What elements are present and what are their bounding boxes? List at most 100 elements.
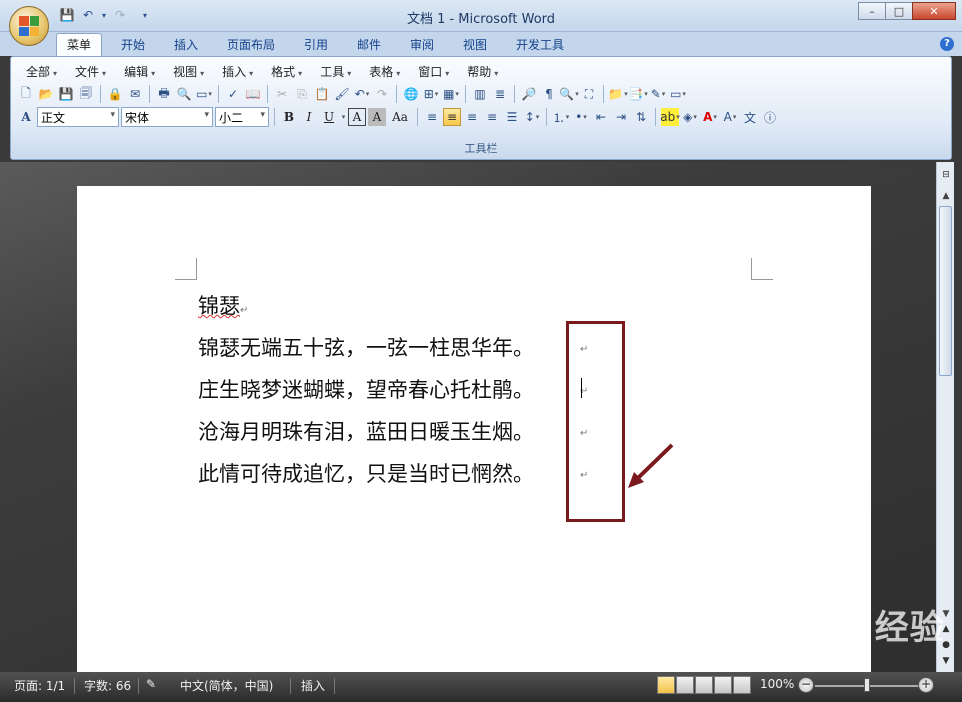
align-left-icon[interactable]: ≡ xyxy=(423,108,441,126)
new-document-icon[interactable]: 🗋 xyxy=(17,85,35,103)
more-tools-icon[interactable]: ▭ xyxy=(669,85,687,103)
folder-icon[interactable]: 📁 xyxy=(608,85,627,103)
research-icon[interactable]: 📖 xyxy=(244,85,262,103)
tab-review[interactable]: 审阅 xyxy=(410,36,434,53)
tab-menu[interactable]: 菜单 xyxy=(56,33,103,57)
borders-icon[interactable]: ⊞ xyxy=(422,85,440,103)
tab-references[interactable]: 引用 xyxy=(304,36,328,53)
font-select[interactable]: 宋体 xyxy=(121,107,213,127)
hyperlink-icon[interactable]: 🌐 xyxy=(402,85,420,103)
menu-edit[interactable]: 编辑 xyxy=(115,63,164,80)
poem-line-1[interactable]: 锦瑟无端五十弦，一弦一柱思华年。 xyxy=(198,332,534,362)
format-painter-icon[interactable]: 🖌 xyxy=(333,85,351,103)
cut-icon[interactable]: ✂ xyxy=(273,85,291,103)
distributed-icon[interactable]: ☰ xyxy=(503,108,521,126)
word-count[interactable]: 字数: 66 xyxy=(84,677,131,694)
vertical-scrollbar[interactable]: ⊟ ▲ ▼ ▲ ● ▼ xyxy=(936,162,954,672)
undo-icon[interactable]: ↶ xyxy=(353,85,371,103)
poem-line-2[interactable]: 庄生晓梦迷蝴蝶，望帝春心托杜鹃。 xyxy=(198,374,534,404)
full-screen-icon[interactable]: ⛶ xyxy=(580,85,598,103)
menu-tools[interactable]: 工具 xyxy=(311,63,360,80)
char-border-button[interactable]: A xyxy=(348,108,366,126)
highlight-icon[interactable]: ab xyxy=(660,108,679,126)
numbering-icon[interactable]: ⒈ xyxy=(552,108,570,126)
save-icon[interactable]: 💾 xyxy=(57,85,75,103)
poem-line-3[interactable]: 沧海月明珠有泪，蓝田日暖玉生烟。 xyxy=(198,416,534,446)
maximize-button[interactable]: □ xyxy=(885,2,913,20)
text-effect-icon[interactable]: A xyxy=(721,108,739,126)
text-direction-icon[interactable]: ≣ xyxy=(491,85,509,103)
zoom-icon[interactable]: 🔍 xyxy=(559,85,578,103)
open-icon[interactable]: 📂 xyxy=(37,85,55,103)
tab-mailings[interactable]: 邮件 xyxy=(357,36,381,53)
phonetic-guide-icon[interactable]: 文 xyxy=(741,108,759,126)
poem-line-4[interactable]: 此情可待成追忆，只是当时已惘然。 xyxy=(198,458,534,488)
menu-all[interactable]: 全部 xyxy=(17,63,66,80)
outline-view-icon[interactable] xyxy=(714,676,732,694)
reading-view-icon[interactable] xyxy=(676,676,694,694)
sort-icon[interactable]: ⇅ xyxy=(632,108,650,126)
zoom-level[interactable]: 100% xyxy=(760,677,794,691)
save-as-icon[interactable]: 🗐 xyxy=(77,85,95,103)
tab-developer[interactable]: 开发工具 xyxy=(516,36,564,53)
menu-help[interactable]: 帮助 xyxy=(458,63,507,80)
permission-icon[interactable]: 🔒 xyxy=(106,85,124,103)
shading-icon[interactable]: ◈ xyxy=(681,108,699,126)
menu-table[interactable]: 表格 xyxy=(360,63,409,80)
print-layout-view-icon[interactable] xyxy=(657,676,675,694)
menu-insert[interactable]: 插入 xyxy=(213,63,262,80)
zoom-slider-thumb[interactable] xyxy=(864,678,870,692)
scroll-up-icon[interactable]: ▲ xyxy=(938,188,954,204)
font-color-icon[interactable]: A xyxy=(701,108,719,126)
close-button[interactable]: ✕ xyxy=(912,2,956,20)
help-icon[interactable]: ? xyxy=(940,37,954,51)
tab-page-layout[interactable]: 页面布局 xyxy=(227,36,275,53)
columns-icon[interactable]: ▥ xyxy=(471,85,489,103)
zoom-in-icon[interactable]: + xyxy=(918,677,934,693)
redo-icon[interactable]: ↷ xyxy=(373,85,391,103)
menu-format[interactable]: 格式 xyxy=(262,63,311,80)
menu-file[interactable]: 文件 xyxy=(66,63,115,80)
menu-window[interactable]: 窗口 xyxy=(409,63,458,80)
paste-icon[interactable]: 📋 xyxy=(313,85,331,103)
scroll-thumb[interactable] xyxy=(939,206,952,376)
language[interactable]: 中文(简体，中国) xyxy=(180,677,273,694)
minimize-button[interactable]: – xyxy=(858,2,886,20)
spelling-icon[interactable]: ✓ xyxy=(224,85,242,103)
clipboard-icon[interactable]: 📑 xyxy=(628,85,647,103)
print-preview-icon[interactable]: 🔍 xyxy=(175,85,193,103)
poem-title[interactable]: 锦瑟↵ xyxy=(198,290,248,320)
font-size-select[interactable]: 小二 xyxy=(215,107,269,127)
layout-icon[interactable]: ▭ xyxy=(195,85,213,103)
bold-button[interactable]: B xyxy=(280,108,298,126)
decrease-indent-icon[interactable]: ⇤ xyxy=(592,108,610,126)
help-circle-icon[interactable]: ⓘ xyxy=(761,108,779,126)
proofing-icon[interactable]: ✎ xyxy=(146,677,156,691)
change-case-button[interactable]: Aa xyxy=(388,108,412,126)
print-icon[interactable]: 🖶 xyxy=(155,85,173,103)
char-shading-button[interactable]: A xyxy=(368,108,386,126)
align-right-icon[interactable]: ≡ xyxy=(463,108,481,126)
find-icon[interactable]: 🔎 xyxy=(520,85,538,103)
align-center-icon[interactable]: ≡ xyxy=(443,108,461,126)
office-button[interactable] xyxy=(9,6,49,46)
web-layout-view-icon[interactable] xyxy=(695,676,713,694)
styles-pane-icon[interactable]: A xyxy=(17,108,35,126)
styles-icon[interactable]: ✎ xyxy=(649,85,667,103)
tab-view[interactable]: 视图 xyxy=(463,36,487,53)
bullets-icon[interactable]: • xyxy=(572,108,590,126)
page-count[interactable]: 页面: 1/1 xyxy=(14,677,65,694)
tab-insert[interactable]: 插入 xyxy=(174,36,198,53)
increase-indent-icon[interactable]: ⇥ xyxy=(612,108,630,126)
ruler-toggle-icon[interactable]: ⊟ xyxy=(938,170,954,184)
show-hide-icon[interactable]: ¶ xyxy=(540,85,558,103)
line-spacing-icon[interactable]: ↕ xyxy=(523,108,541,126)
draft-view-icon[interactable] xyxy=(733,676,751,694)
copy-icon[interactable]: ⎘ xyxy=(293,85,311,103)
justify-icon[interactable]: ≡ xyxy=(483,108,501,126)
underline-dropdown-icon[interactable] xyxy=(340,108,346,126)
insert-table-icon[interactable]: ▦ xyxy=(442,85,460,103)
underline-button[interactable]: U xyxy=(320,108,338,126)
tab-home[interactable]: 开始 xyxy=(121,36,145,53)
italic-button[interactable]: I xyxy=(300,108,318,126)
